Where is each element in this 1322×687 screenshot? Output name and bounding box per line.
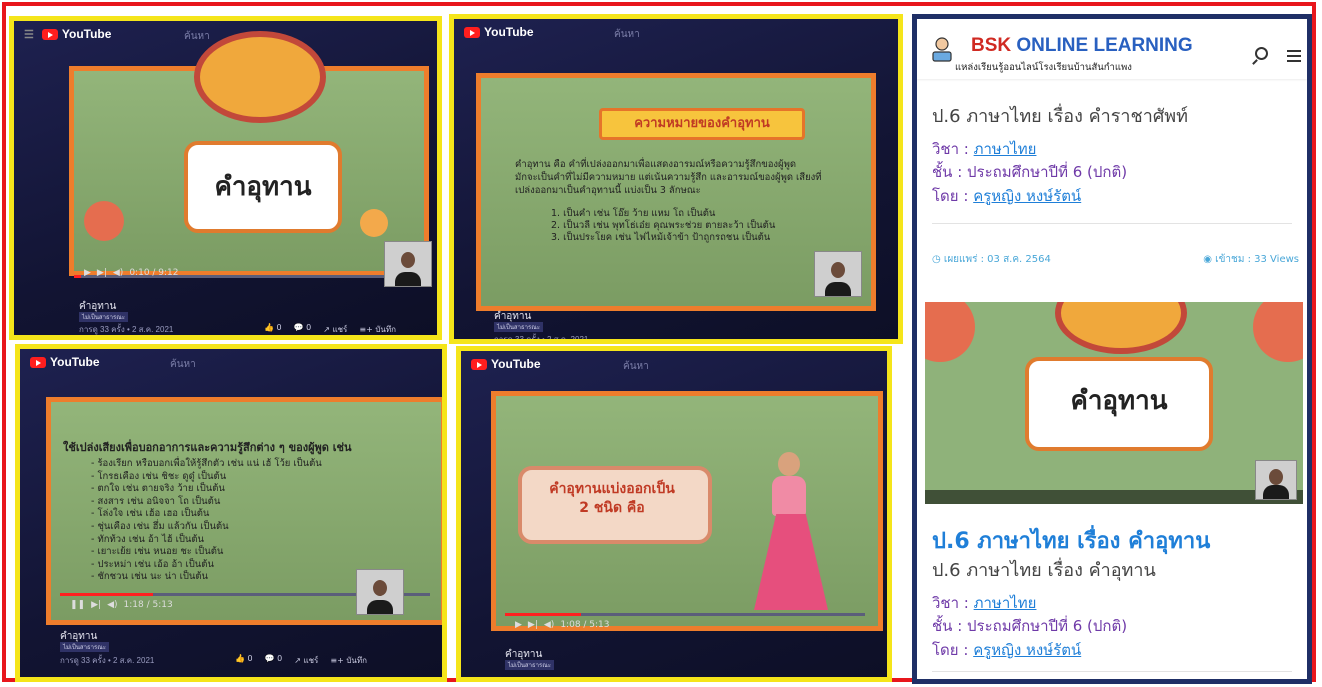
video-thumbnail[interactable]: คำอุทาน bbox=[925, 302, 1303, 504]
thumbnail-title: คำอุทาน bbox=[1070, 386, 1168, 416]
player-controls: ▶ ▶| ◀) 0:10 / 9:12 bbox=[74, 265, 437, 281]
save-button[interactable]: ≡+ บันทึก bbox=[330, 654, 367, 667]
youtube-logo[interactable]: YouTube bbox=[30, 355, 100, 369]
flower-ornament bbox=[360, 209, 388, 237]
share-button[interactable]: ↗ แชร์ bbox=[323, 323, 347, 335]
view-count: ◉ เข้าชม : 33 Views bbox=[1203, 254, 1299, 265]
youtube-logo[interactable]: ☰ YouTube bbox=[24, 27, 111, 41]
mobile-page: BSK ONLINE LEARNING แหล่งเรียนรู้ออนไลน์… bbox=[912, 14, 1312, 684]
site-header: BSK ONLINE LEARNING แหล่งเรียนรู้ออนไลน์… bbox=[917, 19, 1307, 79]
search-icon[interactable] bbox=[1255, 47, 1268, 60]
play-logo-icon bbox=[41, 28, 58, 40]
clock-icon: ◷ bbox=[932, 254, 944, 265]
search-input[interactable]: ค้นหา bbox=[614, 27, 640, 42]
slide-title: คำอุทาน bbox=[214, 172, 312, 202]
previous-post-title[interactable]: ป.6 ภาษาไทย เรื่อง คำราชาศัพท์ bbox=[932, 101, 1188, 130]
pause-icon[interactable]: ❚❚ bbox=[70, 600, 85, 610]
like-button[interactable]: 👍 0 bbox=[264, 323, 282, 335]
grade-line: ชั้น : ประถมศึกษาปีที่ 6 (ปกติ) bbox=[932, 617, 1128, 635]
grade-line: ชั้น : ประถมศึกษาปีที่ 6 (ปกติ) bbox=[932, 163, 1128, 181]
video-meta: การดู 33 ครั้ง • 2 ส.ค. 2021 bbox=[79, 325, 174, 334]
progress-bar[interactable] bbox=[505, 613, 865, 616]
youtube-logo[interactable]: YouTube bbox=[464, 25, 534, 39]
next-icon[interactable]: ▶| bbox=[91, 600, 101, 610]
webcam-overlay bbox=[356, 569, 404, 615]
video-panel-2: YouTube ค้นหา ความหมายของคำอุทาน คำอุทาน… bbox=[449, 14, 903, 344]
webcam-overlay bbox=[384, 241, 432, 287]
subject-line: วิชา : ภาษาไทย bbox=[932, 594, 1037, 612]
youtube-logo[interactable]: YouTube bbox=[471, 357, 541, 371]
divider bbox=[932, 671, 1292, 672]
time-display: 1:08 / 5:13 bbox=[560, 620, 610, 630]
divider bbox=[932, 223, 1292, 224]
site-tagline: แหล่งเรียนรู้ออนไลน์โรงเรียนบ้านสันกำแพง bbox=[955, 62, 1132, 73]
flower-ornament bbox=[84, 201, 124, 241]
visibility-badge: ไม่เป็นสาธารณะ bbox=[505, 660, 555, 670]
volume-icon[interactable]: ◀) bbox=[113, 268, 123, 278]
play-icon[interactable]: ▶ bbox=[515, 620, 522, 630]
slide-heading: ความหมายของคำอุทาน bbox=[599, 108, 805, 140]
slide-list: - ร้องเรียก หรือบอกเพื่อให้รู้สึกตัว เช่… bbox=[91, 458, 322, 583]
play-logo-icon bbox=[464, 26, 480, 38]
slide-body: คำอุทาน คือ คำที่เปล่งออกมาเพื่อแสดงอารม… bbox=[515, 159, 822, 196]
subject-line: วิชา : ภาษาไทย bbox=[932, 140, 1037, 158]
volume-icon[interactable]: ◀) bbox=[107, 600, 117, 610]
site-brand[interactable]: BSK ONLINE LEARNING bbox=[971, 35, 1193, 57]
video-slide[interactable]: คำอุทาน bbox=[69, 31, 429, 276]
visibility-badge: ไม่เป็นสาธารณะ bbox=[79, 312, 129, 322]
post-subtitle: ป.6 ภาษาไทย เรื่อง คำอุทาน bbox=[932, 560, 1156, 581]
video-panel-1: ☰ YouTube ค้นหา คำอุทาน ▶ ▶| ◀) 0:10 / 9:12 … bbox=[9, 16, 442, 340]
visibility-badge: ไม่เป็นสาธารณะ bbox=[60, 642, 110, 652]
video-actions: 👍 0 💬 0 ↗ แชร์ ≡+ บันทึก bbox=[235, 654, 367, 667]
next-icon[interactable]: ▶| bbox=[528, 620, 538, 630]
play-logo-icon bbox=[30, 356, 46, 368]
time-display: 1:18 / 5:13 bbox=[123, 600, 173, 610]
eye-icon: ◉ bbox=[1203, 254, 1216, 265]
search-input[interactable]: ค้นหา bbox=[184, 29, 210, 44]
slide-list: 1. เป็นคำ เช่น โอ๊ย ว้าย แหม โถ เป็นต้น … bbox=[551, 208, 776, 243]
video-meta: การดู 33 ครั้ง • 2 ส.ค. 2021 bbox=[494, 335, 589, 344]
author-line: โดย : ครูหญิง หงษ์รัตน์ bbox=[932, 641, 1082, 659]
video-panel-3: YouTube ค้นหา ใช้เปล่งเสียงเพื่อบอกอาการ… bbox=[15, 344, 447, 682]
menu-icon[interactable] bbox=[1287, 50, 1301, 65]
dislike-button[interactable]: 💬 0 bbox=[294, 323, 312, 335]
card-text: คำอุทานแบ่งออกเป็น 2 ชนิด คือ bbox=[549, 481, 675, 516]
video-panel-4: YouTube ค้นหา คำอุทานแบ่งออกเป็น 2 ชนิด … bbox=[456, 346, 892, 682]
menu-icon[interactable]: ☰ bbox=[24, 28, 34, 41]
publish-date: ◷ เผยแพร่ : 03 ส.ค. 2564 bbox=[932, 254, 1051, 265]
dislike-button[interactable]: 💬 0 bbox=[265, 654, 283, 667]
visibility-badge: ไม่เป็นสาธารณะ bbox=[494, 322, 544, 332]
play-icon[interactable]: ▶ bbox=[84, 268, 91, 278]
save-button[interactable]: ≡+ บันทึก bbox=[359, 323, 396, 335]
video-actions: 👍 0 💬 0 ↗ แชร์ ≡+ บันทึก bbox=[264, 323, 396, 335]
volume-icon[interactable]: ◀) bbox=[544, 620, 554, 630]
subject-link[interactable]: ภาษาไทย bbox=[974, 594, 1037, 612]
subject-link[interactable]: ภาษาไทย bbox=[974, 140, 1037, 158]
like-button[interactable]: 👍 0 bbox=[235, 654, 253, 667]
time-display: 0:10 / 9:12 bbox=[129, 268, 179, 278]
post-title[interactable]: ป.6 ภาษาไทย เรื่อง คำอุทาน bbox=[932, 523, 1210, 558]
author-link[interactable]: ครูหญิง หงษ์รัตน์ bbox=[973, 187, 1081, 205]
next-icon[interactable]: ▶| bbox=[97, 268, 107, 278]
search-input[interactable]: ค้นหา bbox=[170, 357, 196, 372]
search-input[interactable]: ค้นหา bbox=[623, 359, 649, 374]
author-line: โดย : ครูหญิง หงษ์รัตน์ bbox=[932, 187, 1082, 205]
video-slide[interactable]: คำอุทานแบ่งออกเป็น 2 ชนิด คือ bbox=[491, 391, 883, 631]
play-logo-icon bbox=[471, 358, 487, 370]
slide-heading: ใช้เปล่งเสียงเพื่อบอกอาการและความรู้สึกต… bbox=[63, 441, 352, 454]
webcam-overlay bbox=[814, 251, 862, 297]
player-controls: ▶ ▶| ◀) 1:08 / 5:13 bbox=[505, 617, 887, 633]
learner-icon bbox=[932, 37, 952, 62]
thumbnail-controls bbox=[925, 490, 1303, 504]
author-link[interactable]: ครูหญิง หงษ์รัตน์ bbox=[973, 641, 1081, 659]
share-button[interactable]: ↗ แชร์ bbox=[294, 654, 318, 667]
dancer-illustration bbox=[746, 446, 836, 616]
video-meta: การดู 33 ครั้ง • 2 ส.ค. 2021 bbox=[60, 656, 155, 665]
webcam-overlay bbox=[1255, 460, 1297, 500]
